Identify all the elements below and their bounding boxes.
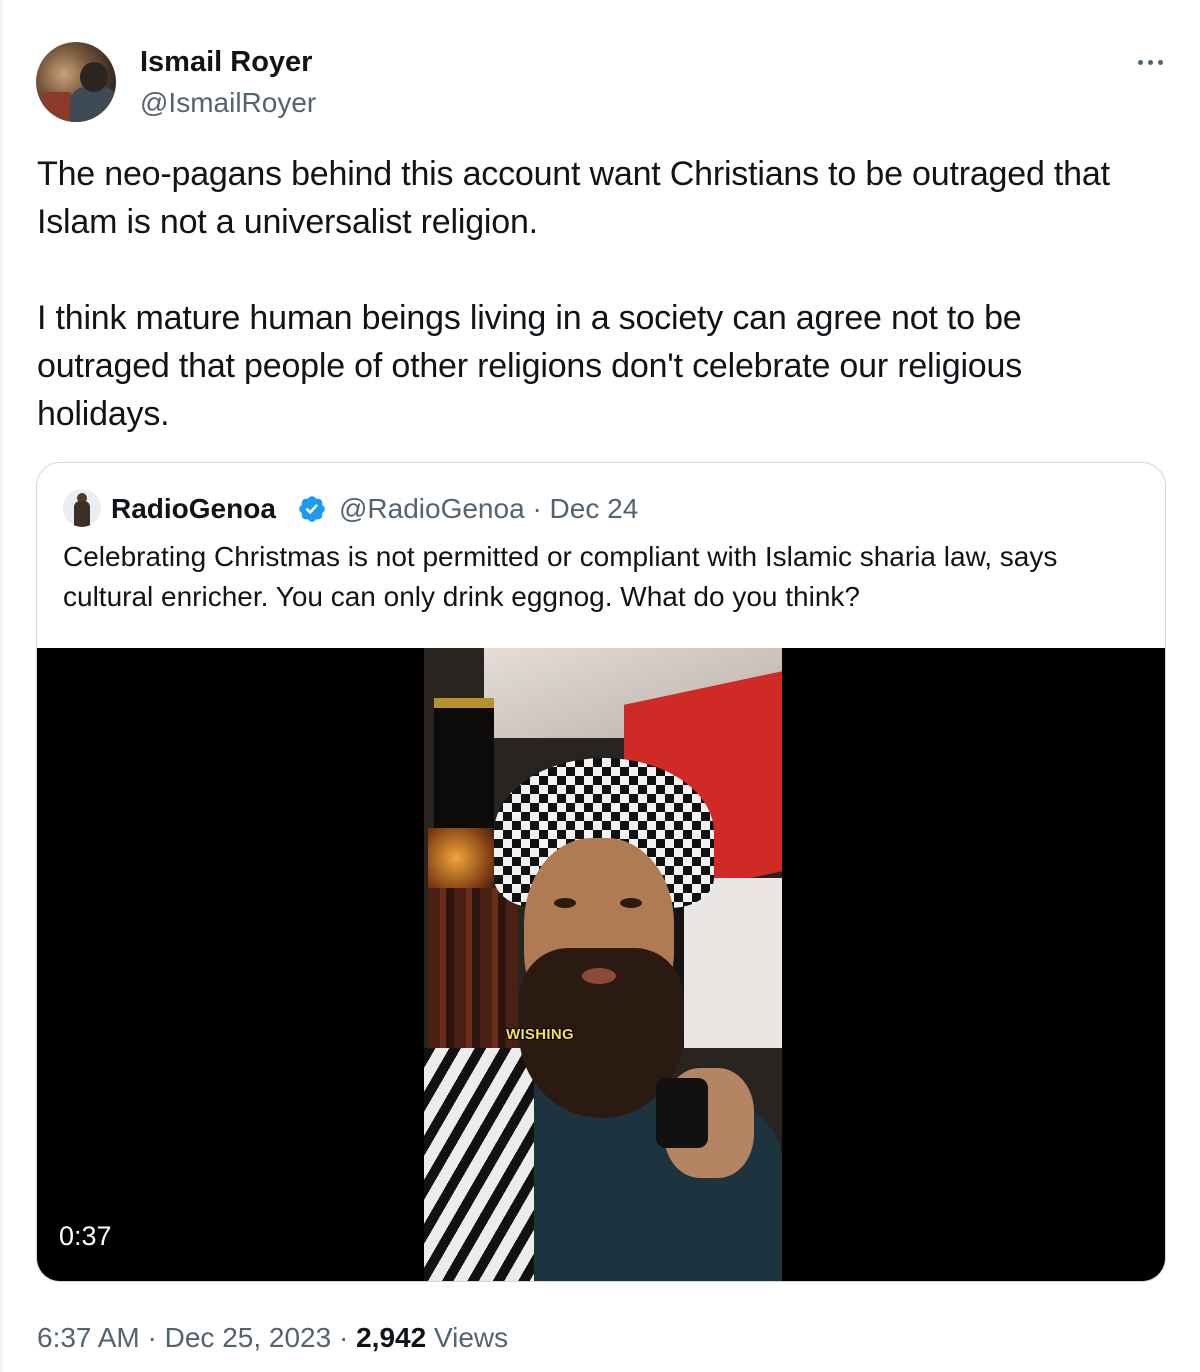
more-horizontal-icon	[1137, 59, 1143, 65]
frame-flag-white	[684, 878, 782, 1048]
views-count: 2,942	[356, 1322, 427, 1353]
frame-picture	[434, 698, 494, 838]
author-avatar[interactable]	[36, 42, 116, 122]
avatar-background-detail	[42, 92, 72, 122]
tweet-paragraph: The neo-pagans behind this account want …	[37, 155, 1110, 241]
quoted-tweet-card[interactable]: RadioGenoa @RadioGenoa · Dec 24 Celebrat…	[36, 462, 1166, 1282]
video-player[interactable]: WISHING 0:37	[37, 648, 1165, 1281]
video-frame: WISHING	[424, 648, 782, 1281]
author-handle[interactable]: @IsmailRoyer	[140, 85, 316, 121]
tweet-time[interactable]: 6:37 AM	[37, 1322, 140, 1353]
quoted-tweet-date[interactable]: Dec 24	[550, 493, 639, 524]
tweet-date[interactable]: Dec 25, 2023	[165, 1322, 332, 1353]
frame-scarf	[424, 1048, 534, 1281]
quoted-author-handle[interactable]: @RadioGenoa	[339, 493, 525, 524]
tweet-meta: 6:37 AM · Dec 25, 2023 · 2,942 Views	[37, 1318, 508, 1358]
quoted-tweet-text: Celebrating Christmas is not permitted o…	[63, 541, 1058, 612]
quoted-author-display-name[interactable]: RadioGenoa	[111, 491, 276, 527]
more-horizontal-icon-dot	[1157, 59, 1163, 65]
frame-mouth	[582, 968, 616, 984]
views-label: Views	[433, 1322, 509, 1353]
tweet-text: The neo-pagans behind this account want …	[37, 150, 1147, 438]
verified-badge-icon	[299, 496, 325, 522]
avatar-figure-head	[80, 62, 108, 92]
quoted-author-meta: @RadioGenoa · Dec 24	[339, 491, 638, 527]
meta-separator: ·	[338, 1322, 349, 1353]
frame-eye	[620, 898, 642, 908]
statue-body	[74, 501, 90, 527]
tweet-paragraph: I think mature human beings living in a …	[37, 299, 1023, 433]
meta-separator: ·	[532, 493, 542, 524]
video-caption: WISHING	[506, 1026, 574, 1043]
meta-separator: ·	[147, 1322, 157, 1353]
frame-microphone	[656, 1078, 708, 1148]
more-horizontal-icon-dot	[1147, 59, 1153, 65]
quoted-author-avatar[interactable]	[63, 489, 101, 527]
author-display-name[interactable]: Ismail Royer	[140, 44, 312, 80]
video-duration: 0:37	[59, 1221, 112, 1251]
frame-eye	[554, 898, 576, 908]
more-options-button[interactable]	[1128, 46, 1172, 78]
frame-books	[428, 888, 518, 1048]
frame-lamp	[428, 828, 498, 888]
left-border	[0, 0, 3, 1372]
